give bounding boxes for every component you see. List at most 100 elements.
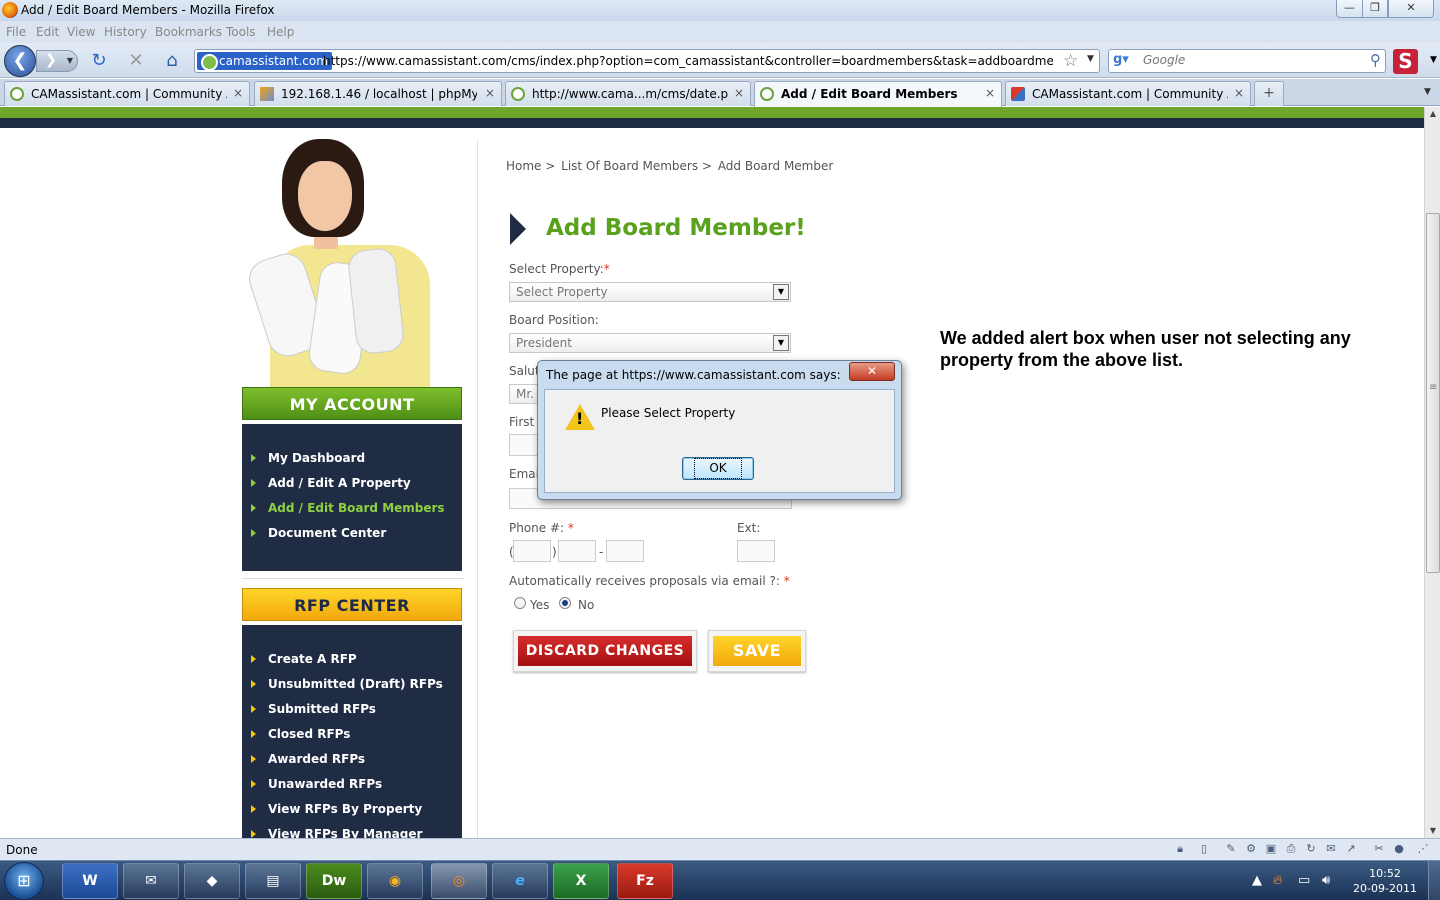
- tray-flame-icon[interactable]: 🔥︎: [1273, 873, 1283, 888]
- tray-expand-icon[interactable]: ▲: [1252, 873, 1262, 888]
- sidebar-item-rfps-by-property[interactable]: View RFPs By Property: [250, 802, 422, 816]
- burner-icon[interactable]: ◉: [367, 863, 423, 899]
- menu-bookmarks[interactable]: Bookmarks: [155, 25, 222, 39]
- menu-view[interactable]: View: [67, 25, 95, 39]
- menu-edit[interactable]: Edit: [36, 25, 59, 39]
- extension-icon[interactable]: S: [1393, 49, 1418, 74]
- address-bar[interactable]: camassistant.com https://www.camassistan…: [194, 49, 1100, 73]
- dreamweaver-icon[interactable]: Dw: [306, 863, 362, 899]
- network-icon[interactable]: ▭: [1298, 873, 1310, 888]
- show-desktop-button[interactable]: [1428, 861, 1440, 900]
- phone-ext-input[interactable]: [737, 540, 775, 562]
- menu-tools[interactable]: Tools: [226, 25, 256, 39]
- sidebar-item-document-center[interactable]: Document Center: [250, 526, 386, 540]
- sidebar-item-add-edit-board-members[interactable]: Add / Edit Board Members: [251, 501, 445, 515]
- phone-area-code-input[interactable]: [513, 540, 551, 562]
- scroll-up-icon[interactable]: ▲: [1425, 107, 1440, 121]
- bookmark-star-icon[interactable]: ☆: [1063, 51, 1078, 71]
- breadcrumb-list-board-members[interactable]: List Of Board Members >: [561, 159, 712, 173]
- board-position-dropdown[interactable]: President ▼: [509, 333, 791, 353]
- scroll-down-icon[interactable]: ▼: [1425, 824, 1440, 838]
- home-icon[interactable]: ⌂: [162, 51, 182, 71]
- excel-icon[interactable]: X: [553, 863, 609, 899]
- dialog-close-button[interactable]: ✕: [849, 362, 895, 381]
- refresh-icon[interactable]: ↻: [1304, 842, 1318, 856]
- sidebar-item-awarded-rfps[interactable]: Awarded RFPs: [250, 752, 365, 766]
- sidebar-item-submitted-rfps[interactable]: Submitted RFPs: [251, 702, 376, 716]
- tab-date-php[interactable]: http://www.cama...m/cms/date.php ×: [505, 81, 751, 106]
- breadcrumb-home[interactable]: Home >: [506, 159, 555, 173]
- dialog-body: ! Please Select Property OK: [544, 389, 895, 493]
- search-input[interactable]: [1143, 53, 1363, 67]
- maximize-button[interactable]: ❐: [1362, 0, 1388, 18]
- addon-icon[interactable]: ●: [1392, 842, 1406, 856]
- outlook-icon[interactable]: ✉: [123, 863, 179, 899]
- sidebar-item-unawarded-rfps[interactable]: Unawarded RFPs: [250, 777, 382, 791]
- site-identity-button[interactable]: camassistant.com: [197, 52, 332, 71]
- new-tab-button[interactable]: +: [1254, 81, 1284, 106]
- sidebar-item-add-edit-property[interactable]: Add / Edit A Property: [251, 476, 411, 490]
- ok-button[interactable]: OK: [682, 457, 754, 480]
- stop-icon[interactable]: ✕: [126, 51, 146, 71]
- sidebar-item-unsubmitted-rfps[interactable]: Unsubmitted (Draft) RFPs: [251, 677, 443, 691]
- scroll-thumb[interactable]: [1426, 213, 1440, 573]
- print-icon[interactable]: ⎙: [1284, 842, 1298, 856]
- sidebar-item-my-dashboard[interactable]: My Dashboard: [250, 451, 365, 465]
- tab-close-icon[interactable]: ×: [233, 86, 243, 100]
- google-engine-icon[interactable]: g▾: [1113, 52, 1137, 70]
- page-scrollbar[interactable]: ▲ ▼: [1424, 107, 1440, 838]
- search-bar[interactable]: g▾ ⚲: [1108, 49, 1386, 73]
- tab-add-edit-board-members[interactable]: Add / Edit Board Members ×: [754, 81, 1002, 107]
- sidebar-item-rfps-by-manager[interactable]: View RFPs By Manager: [250, 827, 422, 838]
- tab-camassistant-1[interactable]: CAMassistant.com | Community As... ×: [4, 81, 250, 106]
- page-icon[interactable]: ▯: [1197, 842, 1211, 856]
- system-clock[interactable]: 10:52 20-09-2011: [1350, 866, 1420, 896]
- notes-icon[interactable]: ◆: [184, 863, 240, 899]
- back-button[interactable]: ❮: [4, 45, 36, 77]
- word-icon[interactable]: W: [62, 863, 118, 899]
- chevron-down-icon[interactable]: ▼: [1430, 55, 1437, 65]
- tools-icon[interactable]: ⚙: [1244, 842, 1258, 856]
- sidebar-item-create-rfp[interactable]: Create A RFP: [251, 652, 357, 666]
- minimize-button[interactable]: —: [1336, 0, 1363, 18]
- discard-changes-button[interactable]: DISCARD CHANGES: [513, 630, 697, 672]
- menu-help[interactable]: Help: [267, 25, 294, 39]
- firefox-taskbar-icon[interactable]: ◎: [431, 863, 487, 899]
- radio-no[interactable]: [559, 597, 571, 609]
- tab-camassistant-2[interactable]: CAMassistant.com | Community As... ×: [1005, 81, 1251, 106]
- menu-file[interactable]: File: [6, 25, 26, 39]
- reload-icon[interactable]: ↻: [89, 51, 109, 71]
- tab-close-icon[interactable]: ×: [1234, 86, 1244, 100]
- internet-explorer-icon[interactable]: e: [492, 863, 548, 899]
- resize-grip-icon[interactable]: ⋰: [1416, 842, 1430, 856]
- radio-yes[interactable]: [514, 597, 526, 609]
- url-dropdown-icon[interactable]: ▼: [1087, 54, 1094, 64]
- menu-history[interactable]: History: [104, 25, 147, 39]
- forward-button[interactable]: ❯ ▼: [36, 50, 78, 72]
- save-icon[interactable]: ▣: [1264, 842, 1278, 856]
- phone-prefix-input[interactable]: [558, 540, 596, 562]
- tab-phpmyadmin[interactable]: 192.168.1.46 / localhost | phpMyAd... ×: [254, 81, 502, 106]
- wrench-icon[interactable]: ✂: [1372, 842, 1386, 856]
- explorer-icon[interactable]: ▤: [245, 863, 301, 899]
- save-button[interactable]: SAVE: [708, 630, 806, 672]
- sidebar-item-closed-rfps[interactable]: Closed RFPs: [250, 727, 350, 741]
- select-property-dropdown[interactable]: Select Property ▼: [509, 282, 791, 302]
- start-button[interactable]: ⊞: [4, 862, 44, 900]
- volume-icon[interactable]: 🔊︎: [1322, 873, 1330, 888]
- mail-icon[interactable]: ✉: [1324, 842, 1338, 856]
- window-close-button[interactable]: ✕: [1388, 0, 1434, 18]
- tab-close-icon[interactable]: ×: [985, 86, 995, 100]
- search-icon[interactable]: ⚲: [1370, 51, 1381, 69]
- first-name-input[interactable]: [509, 434, 539, 456]
- tab-close-icon[interactable]: ×: [734, 86, 744, 100]
- filezilla-icon[interactable]: Fz: [617, 863, 673, 899]
- phone-line-input[interactable]: [606, 540, 644, 562]
- tab-close-icon[interactable]: ×: [485, 86, 495, 100]
- history-dropdown-icon[interactable]: ▼: [67, 51, 73, 70]
- chart-icon[interactable]: ↗: [1344, 842, 1358, 856]
- lock-icon[interactable]: 🔒︎: [1173, 842, 1187, 856]
- pencil-icon[interactable]: ✎: [1224, 842, 1238, 856]
- url-text[interactable]: https://www.camassistant.com/cms/index.p…: [323, 54, 1053, 68]
- list-all-tabs-icon[interactable]: ▼: [1424, 87, 1431, 97]
